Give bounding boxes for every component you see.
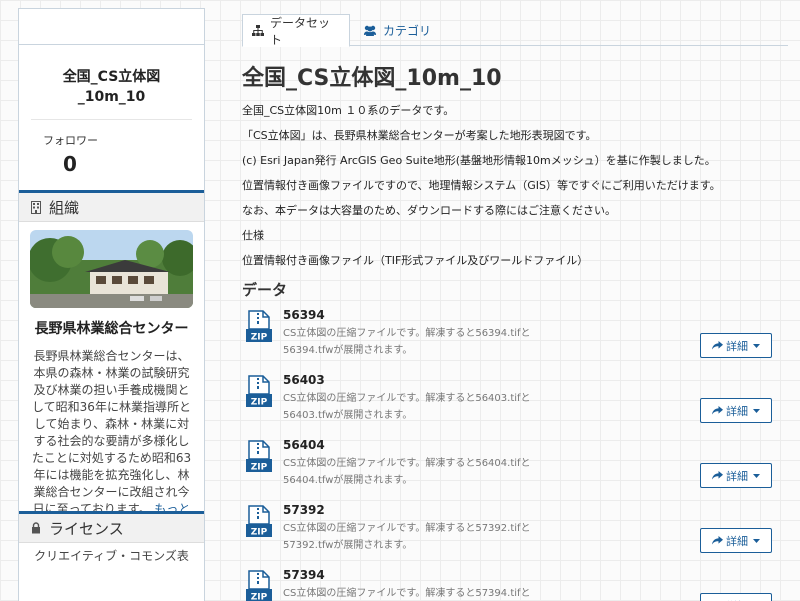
- sidebar: 全国_CS立体図_10m_10 フォロワー 0 組織 長野県林業総合センター 長…: [18, 8, 205, 601]
- details-button[interactable]: 詳細: [700, 528, 772, 553]
- zip-file-icon[interactable]: ZIP: [246, 505, 272, 538]
- resource-item: ZIP 57394 CS立体図の圧縮ファイルです。解凍すると57394.tifと…: [242, 566, 788, 601]
- details-button[interactable]: 詳細: [700, 593, 772, 601]
- building-icon: [31, 200, 41, 214]
- details-button-label: 詳細: [726, 534, 748, 548]
- organization-heading-label: 組織: [49, 198, 80, 217]
- tab-bar: データセット カテゴリ: [242, 14, 788, 47]
- caret-down-icon: [753, 343, 760, 348]
- description-line: 「CS立体図」は、長野県林業総合センターが考案した地形表現図です。: [242, 129, 597, 142]
- tab-dataset-label: データセット: [270, 15, 331, 47]
- details-button-label: 詳細: [726, 469, 748, 483]
- data-heading: データ: [242, 281, 288, 299]
- resource-description: CS立体図の圧縮ファイルです。解凍すると56394.tifと56394.tfwが…: [283, 328, 531, 356]
- resource-item: ZIP 57392 CS立体図の圧縮ファイルです。解凍すると57392.tifと…: [242, 501, 788, 566]
- sitemap-icon: [252, 25, 264, 36]
- share-arrow-icon: [712, 471, 723, 480]
- zip-file-icon[interactable]: ZIP: [246, 440, 272, 473]
- details-button[interactable]: 詳細: [700, 463, 772, 488]
- details-button-label: 詳細: [726, 339, 748, 353]
- caret-down-icon: [753, 408, 760, 413]
- resource-name[interactable]: 56404: [283, 438, 325, 452]
- users-icon: [363, 25, 377, 36]
- sidebar-top: [19, 9, 204, 45]
- license-heading: ライセンス: [19, 511, 204, 543]
- share-arrow-icon: [712, 536, 723, 545]
- resource-description: CS立体図の圧縮ファイルです。解凍すると57394.tifと57394.tfwが…: [283, 588, 531, 599]
- resource-description: CS立体図の圧縮ファイルです。解凍すると56404.tifと56404.tfwが…: [283, 458, 531, 486]
- license-text[interactable]: クリエイティブ・コモンズ表: [19, 543, 204, 568]
- resource-name[interactable]: 56394: [283, 308, 325, 322]
- share-arrow-icon: [712, 406, 723, 415]
- organization-description-text: 長野県林業総合センターは、本県の森林・林業の試験研究及び林業の担い手養成機関とし…: [31, 349, 192, 511]
- resource-name[interactable]: 57394: [283, 568, 325, 582]
- description-line: 全国_CS立体図10m １０系のデータです。: [242, 104, 455, 117]
- svg-text:ZIP: ZIP: [251, 593, 268, 601]
- tab-category-label: カテゴリ: [383, 23, 432, 38]
- description-line: なお、本データは大容量のため、ダウンロードする際にはご注意ください。: [242, 204, 616, 217]
- caret-down-icon: [753, 473, 760, 478]
- details-button-label: 詳細: [726, 404, 748, 418]
- share-arrow-icon: [712, 341, 723, 350]
- svg-text:ZIP: ZIP: [251, 463, 268, 473]
- resource-list: ZIP 56394 CS立体図の圧縮ファイルです。解凍すると56394.tifと…: [242, 306, 788, 601]
- spec-heading: 仕様: [242, 229, 264, 242]
- zip-file-icon[interactable]: ZIP: [246, 375, 272, 408]
- tab-dataset[interactable]: データセット: [242, 14, 350, 47]
- spec-line: 位置情報付き画像ファイル（TIF形式ファイル及びワールドファイル）: [242, 254, 589, 267]
- followers-count: 0: [63, 152, 77, 176]
- resource-name[interactable]: 56403: [283, 373, 325, 387]
- dataset-title: 全国_CS立体図_10m_10: [31, 45, 192, 120]
- organization-description: 長野県林業総合センターは、本県の森林・林業の試験研究及び林業の担い手養成機関とし…: [19, 339, 204, 511]
- organization-name[interactable]: 長野県林業総合センター: [19, 308, 204, 339]
- tab-category[interactable]: カテゴリ: [354, 14, 440, 46]
- details-button[interactable]: 詳細: [700, 398, 772, 423]
- svg-text:ZIP: ZIP: [251, 398, 268, 408]
- svg-text:ZIP: ZIP: [251, 528, 268, 538]
- organization-heading: 組織: [19, 190, 204, 222]
- resource-item: ZIP 56404 CS立体図の圧縮ファイルです。解凍すると56404.tifと…: [242, 436, 788, 501]
- zip-file-icon[interactable]: ZIP: [246, 570, 272, 601]
- description-line: 位置情報付き画像ファイルですので、地理情報システム（GIS）等ですぐにご利用いた…: [242, 179, 721, 192]
- zip-file-icon[interactable]: ZIP: [246, 310, 272, 343]
- page-title: 全国_CS立体図_10m_10: [242, 66, 502, 91]
- resource-item: ZIP 56394 CS立体図の圧縮ファイルです。解凍すると56394.tifと…: [242, 306, 788, 371]
- resource-description: CS立体図の圧縮ファイルです。解凍すると56403.tifと56403.tfwが…: [283, 393, 531, 421]
- main-content: 全国_CS立体図_10m_10 全国_CS立体図10m １０系のデータです。 「…: [242, 56, 788, 601]
- details-button[interactable]: 詳細: [700, 333, 772, 358]
- resource-name[interactable]: 57392: [283, 503, 325, 517]
- resource-description: CS立体図の圧縮ファイルです。解凍すると57392.tifと57392.tfwが…: [283, 523, 531, 551]
- followers-box: フォロワー 0: [19, 120, 204, 190]
- followers-label: フォロワー: [43, 134, 98, 147]
- license-heading-label: ライセンス: [49, 519, 124, 538]
- resource-item: ZIP 56403 CS立体図の圧縮ファイルです。解凍すると56403.tifと…: [242, 371, 788, 436]
- description-line: (c) Esri Japan発行 ArcGIS Geo Suite地形(基盤地形…: [242, 154, 716, 167]
- organization-image[interactable]: [30, 230, 193, 308]
- details-button-label: 詳細: [726, 598, 748, 601]
- svg-text:ZIP: ZIP: [251, 333, 268, 343]
- lock-icon: [31, 522, 41, 534]
- dataset-description: 全国_CS立体図10m １０系のデータです。 「CS立体図」は、長野県林業総合セ…: [242, 104, 788, 268]
- caret-down-icon: [753, 538, 760, 543]
